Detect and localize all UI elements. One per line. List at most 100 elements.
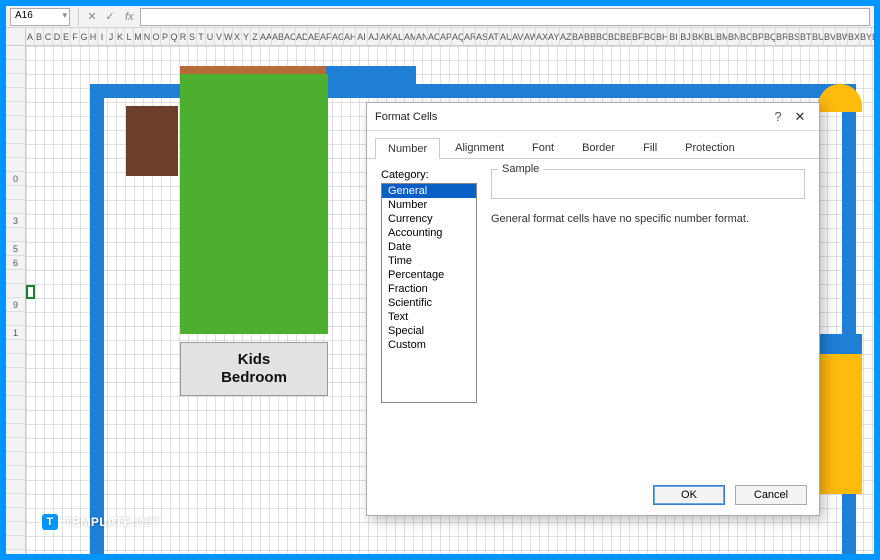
row-header[interactable]: ·	[6, 466, 26, 480]
column-header[interactable]: AQ	[452, 28, 464, 45]
tab-fill[interactable]: Fill	[630, 137, 670, 158]
column-header[interactable]: BO	[740, 28, 752, 45]
confirm-formula-icon[interactable]: ✓	[101, 10, 119, 23]
column-header[interactable]: AN	[416, 28, 428, 45]
column-header[interactable]: AP	[440, 28, 452, 45]
row-header[interactable]: ·	[6, 396, 26, 410]
row-header[interactable]: ·	[6, 60, 26, 74]
column-header[interactable]: Z	[251, 28, 260, 45]
tab-number[interactable]: Number	[375, 138, 440, 159]
tab-protection[interactable]: Protection	[672, 137, 748, 158]
column-header[interactable]: AO	[428, 28, 440, 45]
help-icon[interactable]: ?	[767, 109, 789, 124]
row-header[interactable]: ·	[6, 270, 26, 284]
column-header[interactable]: BY	[860, 28, 872, 45]
row-header[interactable]: ·	[6, 494, 26, 508]
column-header[interactable]: B	[35, 28, 44, 45]
column-header[interactable]: AD	[296, 28, 308, 45]
column-header[interactable]: H	[89, 28, 98, 45]
tab-font[interactable]: Font	[519, 137, 567, 158]
row-header[interactable]: 6	[6, 256, 26, 270]
column-header[interactable]: BK	[692, 28, 704, 45]
column-header[interactable]: BM	[716, 28, 728, 45]
name-box[interactable]: A16	[10, 8, 70, 26]
column-header[interactable]: BT	[800, 28, 812, 45]
row-header[interactable]: 1	[6, 326, 26, 340]
row-header[interactable]: 3	[6, 214, 26, 228]
column-header[interactable]: AS	[476, 28, 488, 45]
category-item-number[interactable]: Number	[382, 198, 476, 212]
row-header[interactable]: 5	[6, 242, 26, 256]
column-header[interactable]: M	[134, 28, 143, 45]
row-header[interactable]: ·	[6, 536, 26, 550]
column-header[interactable]: AK	[380, 28, 392, 45]
category-item-time[interactable]: Time	[382, 254, 476, 268]
column-header[interactable]: N	[143, 28, 152, 45]
column-header[interactable]: BR	[776, 28, 788, 45]
category-item-currency[interactable]: Currency	[382, 212, 476, 226]
column-header[interactable]: BI	[668, 28, 680, 45]
column-header[interactable]: AC	[284, 28, 296, 45]
row-header[interactable]: ·	[6, 354, 26, 368]
column-header[interactable]: AF	[320, 28, 332, 45]
row-header[interactable]: ·	[6, 102, 26, 116]
column-header[interactable]: P	[161, 28, 170, 45]
column-header[interactable]: BG	[644, 28, 656, 45]
row-header[interactable]: 0	[6, 172, 26, 186]
column-header[interactable]: BZ	[872, 28, 874, 45]
row-header[interactable]: ·	[6, 550, 26, 554]
column-header[interactable]: AJ	[368, 28, 380, 45]
cancel-formula-icon[interactable]: ✕	[83, 10, 101, 23]
column-header[interactable]: W	[224, 28, 233, 45]
column-header[interactable]: L	[125, 28, 134, 45]
close-icon[interactable]: ✕	[789, 109, 811, 125]
row-header[interactable]: 9	[6, 298, 26, 312]
column-header[interactable]: D	[53, 28, 62, 45]
column-header[interactable]: C	[44, 28, 53, 45]
column-header[interactable]: Y	[242, 28, 251, 45]
ok-button[interactable]: OK	[653, 485, 725, 505]
column-header[interactable]: AX	[536, 28, 548, 45]
column-header[interactable]: BS	[788, 28, 800, 45]
row-header[interactable]: ·	[6, 228, 26, 242]
row-header[interactable]: ·	[6, 144, 26, 158]
column-header[interactable]: BN	[728, 28, 740, 45]
column-header[interactable]: U	[206, 28, 215, 45]
column-header[interactable]: AZ	[560, 28, 572, 45]
column-header[interactable]: K	[116, 28, 125, 45]
column-header[interactable]: BV	[824, 28, 836, 45]
row-header[interactable]: ·	[6, 340, 26, 354]
category-item-percentage[interactable]: Percentage	[382, 268, 476, 282]
column-header[interactable]: AW	[524, 28, 536, 45]
column-header[interactable]: A	[26, 28, 35, 45]
row-header[interactable]: ·	[6, 200, 26, 214]
column-header[interactable]: O	[152, 28, 161, 45]
column-header[interactable]: AR	[464, 28, 476, 45]
row-header[interactable]: ·	[6, 522, 26, 536]
column-header[interactable]: X	[233, 28, 242, 45]
column-header[interactable]: Q	[170, 28, 179, 45]
column-header[interactable]: AI	[356, 28, 368, 45]
column-header[interactable]: AT	[488, 28, 500, 45]
column-header[interactable]: BE	[620, 28, 632, 45]
column-header[interactable]: BQ	[764, 28, 776, 45]
column-header[interactable]: J	[107, 28, 116, 45]
column-header[interactable]: BF	[632, 28, 644, 45]
column-header[interactable]: T	[197, 28, 206, 45]
column-header[interactable]: BX	[848, 28, 860, 45]
row-header[interactable]: ·	[6, 382, 26, 396]
column-header[interactable]: I	[98, 28, 107, 45]
cancel-button[interactable]: Cancel	[735, 485, 807, 505]
column-header[interactable]: AA	[260, 28, 272, 45]
column-header[interactable]: BJ	[680, 28, 692, 45]
column-header[interactable]: AH	[344, 28, 356, 45]
column-header[interactable]: AM	[404, 28, 416, 45]
tab-border[interactable]: Border	[569, 137, 628, 158]
column-header[interactable]: F	[71, 28, 80, 45]
column-header[interactable]: BB	[584, 28, 596, 45]
category-item-scientific[interactable]: Scientific	[382, 296, 476, 310]
select-all-corner[interactable]	[6, 28, 26, 45]
row-header[interactable]: ·	[6, 130, 26, 144]
column-header[interactable]: BD	[608, 28, 620, 45]
column-header[interactable]: S	[188, 28, 197, 45]
